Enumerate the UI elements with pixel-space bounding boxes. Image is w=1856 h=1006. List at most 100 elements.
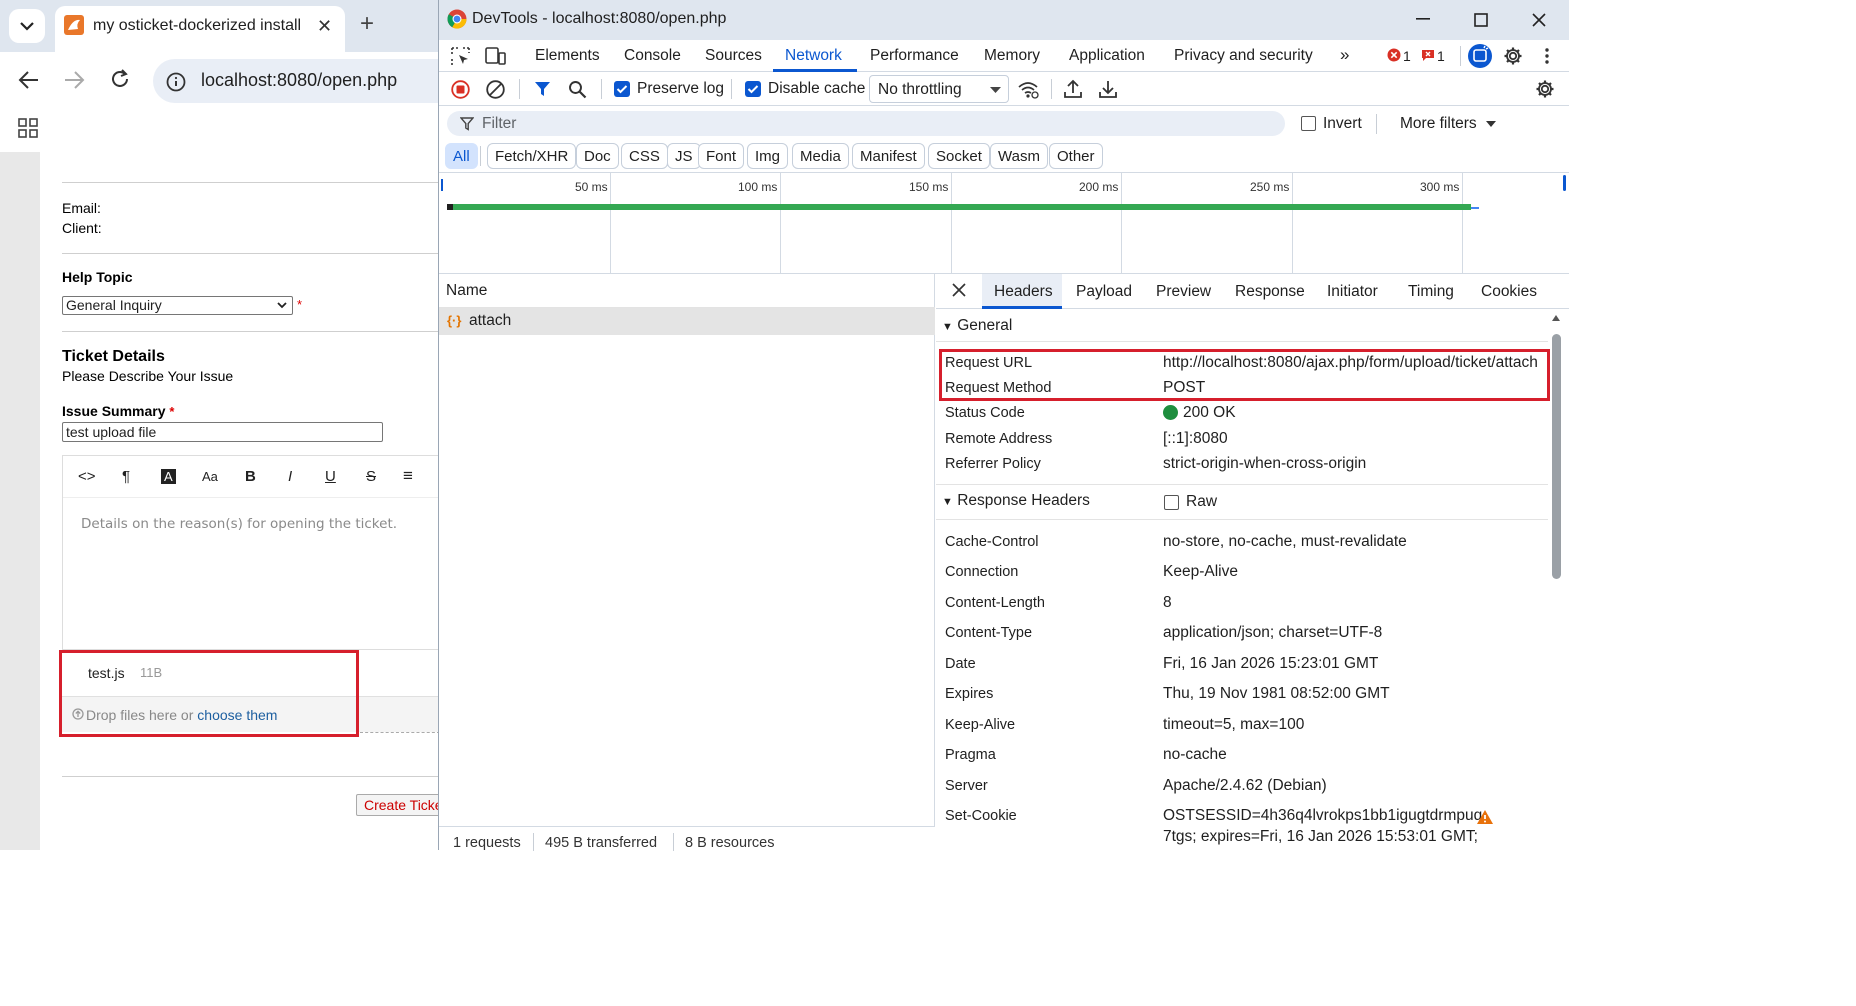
filter-input[interactable]: Filter [447,111,1285,136]
chevron-down-icon [20,21,34,31]
export-download-icon[interactable] [1099,79,1117,99]
filter-chip-all[interactable]: All [445,143,478,169]
tab-cookies[interactable]: Cookies [1481,283,1537,301]
throttling-select[interactable]: No throttling [869,75,1009,103]
apps-grid-icon[interactable] [18,118,38,138]
error-icon[interactable] [1387,48,1401,62]
record-stop-icon[interactable] [451,80,470,99]
tab-performance[interactable]: Performance [870,47,959,65]
tab-memory[interactable]: Memory [984,47,1040,65]
strikethrough-icon[interactable]: S [366,468,376,485]
separator [1376,114,1377,134]
filter-funnel-icon[interactable] [534,81,551,98]
tab-payload[interactable]: Payload [1076,283,1132,301]
paragraph-icon[interactable]: ¶ [122,468,130,485]
name-column-header[interactable]: Name [439,274,935,308]
filter-chip-css[interactable]: CSS [621,143,668,169]
forward-arrow-icon[interactable] [63,69,85,91]
filter-chip-socket[interactable]: Socket [928,143,990,169]
search-icon[interactable] [568,80,587,99]
disable-cache-checkbox[interactable] [745,81,761,97]
scroll-up-icon[interactable] [1551,314,1561,322]
tab-network[interactable]: Network [785,47,842,65]
header-value: [::1]:8080 [1163,430,1228,447]
filter-chip-js[interactable]: JS [667,143,701,169]
tab-timing[interactable]: Timing [1408,283,1454,301]
grid-line [780,173,781,273]
issue-summary-input[interactable]: test upload file [62,422,383,442]
tab-console[interactable]: Console [624,47,681,65]
tab-close-icon[interactable]: ✕ [317,16,332,37]
font-size-icon[interactable]: Aa [202,469,218,484]
tab-headers[interactable]: Headers [994,283,1053,301]
ai-assistance-icon[interactable] [1467,43,1493,69]
divider [360,732,440,733]
help-topic-select[interactable]: General Inquiry [62,296,293,315]
create-ticket-button[interactable]: Create Ticket [356,794,446,816]
minimize-icon[interactable] [1416,18,1430,20]
filter-chip-img[interactable]: Img [747,143,789,169]
network-conditions-icon[interactable] [1017,80,1039,99]
settings-gear-icon[interactable] [1503,46,1523,66]
preserve-log-checkbox[interactable] [614,81,630,97]
underline-icon[interactable]: U [325,468,336,485]
more-options-icon[interactable] [1545,48,1549,64]
import-upload-icon[interactable] [1064,79,1082,99]
request-timing-bar [447,204,1471,210]
filter-chip-fetch-xhr[interactable]: Fetch/XHR [487,143,577,169]
tab-sources[interactable]: Sources [705,47,762,65]
scroll-thumb[interactable] [1552,334,1561,579]
filter-chip-wasm[interactable]: Wasm [990,143,1048,169]
editor-placeholder: Details on the reason(s) for opening the… [81,516,398,532]
filter-chip-doc[interactable]: Doc [576,143,619,169]
divider [936,484,1548,485]
rich-text-editor[interactable]: <> ¶ A Aa B I U S ≡ Details on the reaso… [62,455,441,650]
general-section-header[interactable]: ▼ General [942,317,1012,335]
request-count: 1 requests [453,835,521,851]
invert-checkbox[interactable] [1301,116,1316,131]
warning-icon[interactable] [1476,809,1494,825]
device-toolbar-icon[interactable] [485,47,506,66]
tab-response[interactable]: Response [1235,283,1305,301]
network-overview-timeline[interactable]: 50 ms 100 ms 150 ms 200 ms 250 ms 300 ms [439,172,1569,274]
inspect-element-icon[interactable] [451,47,470,66]
more-tabs-icon[interactable]: » [1340,45,1349,65]
tab-initiator[interactable]: Initiator [1327,283,1378,301]
response-headers-section-header[interactable]: ▼ Response Headers [942,492,1090,510]
code-view-icon[interactable]: <> [78,468,96,485]
filter-chip-font[interactable]: Font [698,143,745,169]
maximize-icon[interactable] [1474,13,1488,27]
site-info-icon[interactable] [165,71,187,93]
tab-preview[interactable]: Preview [1156,283,1211,301]
reload-icon[interactable] [109,68,131,90]
new-tab-icon[interactable]: + [360,12,374,36]
browser-tab[interactable]: my osticket-dockerized install ✕ [55,6,345,52]
header-key: Remote Address [945,431,1053,447]
more-filters-button[interactable]: More filters [1400,115,1477,133]
list-icon[interactable]: ≡ [403,466,413,486]
filter-chip-manifest[interactable]: Manifest [852,143,925,169]
text-color-icon[interactable]: A [161,469,176,484]
clear-icon[interactable] [486,80,505,99]
close-window-icon[interactable] [1532,13,1546,27]
close-details-icon[interactable] [951,282,967,298]
timeline-handle-right[interactable] [1563,175,1566,191]
tab-elements[interactable]: Elements [535,47,600,65]
tab-privacy-security[interactable]: Privacy and security [1174,47,1313,65]
request-row-attach[interactable]: {·} attach [439,308,935,335]
bold-icon[interactable]: B [245,468,256,485]
tab-search-button[interactable] [9,9,45,43]
divider [62,331,440,332]
issues-icon[interactable] [1421,49,1435,62]
filter-chip-other[interactable]: Other [1049,143,1103,169]
details-scrollbar[interactable] [1550,314,1561,834]
filter-chip-media[interactable]: Media [792,143,849,169]
tab-application[interactable]: Application [1069,47,1145,65]
italic-icon[interactable]: I [288,468,292,485]
back-arrow-icon[interactable] [18,69,40,91]
ticket-details-subtitle: Please Describe Your Issue [62,368,234,384]
raw-checkbox[interactable] [1164,495,1179,510]
details-tabs: Headers Payload Preview Response Initiat… [936,274,1569,309]
network-settings-icon[interactable] [1535,79,1555,99]
timeline-handle-left[interactable] [441,179,443,191]
